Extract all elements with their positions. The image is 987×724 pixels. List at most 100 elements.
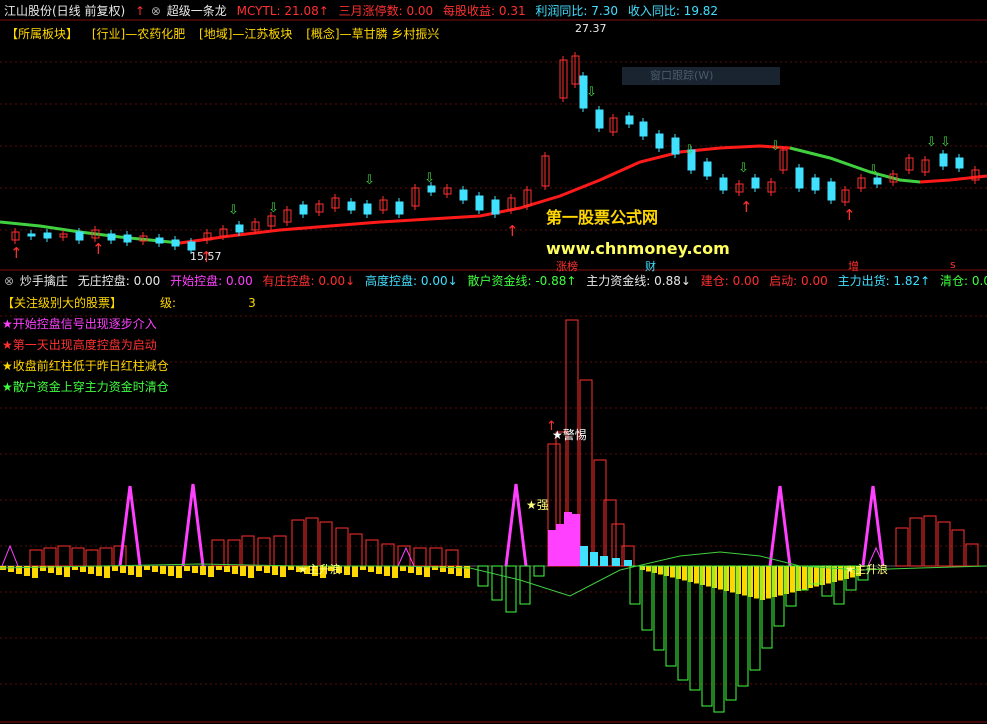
sell-arrow-icon: ⇩ bbox=[926, 135, 937, 150]
sell-arrow-icon: ⇩ bbox=[770, 139, 781, 154]
yellow-capital-bar bbox=[778, 566, 783, 596]
yellow-capital-bar bbox=[264, 566, 270, 573]
red-volume-bar bbox=[965, 543, 979, 567]
eps-value: 每股收益: 0.31 bbox=[443, 4, 526, 18]
yellow-capital-bar bbox=[694, 566, 699, 584]
yellow-capital-bar bbox=[790, 566, 795, 593]
candle-body bbox=[299, 204, 308, 215]
yellow-capital-bar bbox=[96, 566, 102, 576]
yellow-capital-bar bbox=[344, 566, 350, 575]
yellow-capital-bar bbox=[730, 566, 735, 593]
green-volume-bar bbox=[533, 565, 545, 577]
candle-body bbox=[235, 224, 244, 233]
indicator-name[interactable]: 超级一条龙 bbox=[167, 4, 227, 18]
yellow-capital-bar bbox=[646, 566, 651, 572]
close-indicator-icon[interactable]: ⊗ bbox=[151, 4, 161, 18]
candle-body bbox=[955, 157, 964, 169]
yellow-capital-bar bbox=[160, 566, 166, 574]
event-marker-increase[interactable]: 增 bbox=[848, 258, 859, 274]
green-volume-bar bbox=[629, 565, 641, 605]
yellow-capital-bar bbox=[352, 566, 358, 577]
magenta-signal-peak bbox=[504, 483, 528, 567]
cyan-control-bar bbox=[612, 558, 620, 566]
label-warning: ★警惕 bbox=[552, 428, 587, 442]
yellow-capital-bar bbox=[288, 566, 294, 570]
event-marker-limit[interactable]: 涨榜 bbox=[556, 258, 578, 274]
red-volume-bar bbox=[241, 535, 255, 567]
red-volume-bar bbox=[43, 547, 57, 567]
note-line-1: ★开始控盘信号出现逐步介入 bbox=[2, 317, 157, 331]
candle-body bbox=[171, 239, 180, 247]
yellow-capital-bar bbox=[814, 566, 819, 587]
candle-body bbox=[107, 233, 116, 241]
green-volume-bar bbox=[641, 565, 653, 631]
candle-body bbox=[27, 233, 36, 237]
green-volume-bar bbox=[689, 565, 701, 691]
yellow-capital-bar bbox=[658, 566, 663, 575]
context-hint[interactable]: 窗口跟踪(W) bbox=[622, 67, 780, 85]
yellow-capital-bar bbox=[192, 566, 198, 573]
build-value: 建仓: 0.00 bbox=[700, 274, 760, 288]
magenta-control-bar bbox=[572, 514, 580, 566]
red-volume-bar bbox=[305, 517, 319, 567]
red-volume-bar bbox=[381, 543, 395, 567]
yellow-capital-bar bbox=[136, 566, 142, 577]
start-control: 开始控盘: 0.00 bbox=[170, 274, 253, 288]
red-volume-bar bbox=[319, 521, 333, 567]
high-price-label: 27.37 bbox=[575, 22, 607, 35]
yellow-capital-bar bbox=[384, 566, 390, 576]
yellow-capital-bar bbox=[168, 566, 174, 576]
sell-arrow-icon: ⇩ bbox=[940, 135, 951, 150]
red-volume-bar bbox=[895, 527, 909, 567]
yellow-capital-bar bbox=[360, 566, 366, 570]
candle-body bbox=[75, 231, 84, 241]
red-volume-bar bbox=[291, 519, 305, 567]
red-volume-bar bbox=[445, 549, 459, 567]
red-volume-bar bbox=[365, 539, 379, 567]
magenta-signal-peak bbox=[768, 485, 792, 567]
label-main-rise-2: ★主升浪 bbox=[845, 563, 888, 576]
lower-close-icon[interactable]: ⊗ bbox=[4, 274, 14, 288]
stock-title[interactable]: 江山股份(日线 前复权) bbox=[4, 4, 125, 18]
sell-arrow-icon: ⇩ bbox=[586, 85, 597, 100]
green-volume-bar bbox=[665, 565, 677, 667]
yellow-capital-bar bbox=[120, 566, 126, 573]
red-volume-bar bbox=[99, 547, 113, 567]
main-ship: 主力出货: 1.82↑ bbox=[837, 274, 931, 288]
red-volume-bar bbox=[257, 537, 271, 567]
watermark-url: www.chnmoney.com bbox=[546, 239, 730, 258]
candle-body bbox=[395, 201, 404, 215]
yellow-capital-bar bbox=[368, 566, 374, 572]
yellow-capital-bar bbox=[104, 566, 110, 578]
magenta-control-bar bbox=[556, 524, 564, 566]
yellow-capital-bar bbox=[208, 566, 214, 577]
yellow-capital-bar bbox=[718, 566, 723, 590]
magenta-control-bar bbox=[564, 512, 572, 566]
label-strong: ★强 bbox=[526, 498, 549, 512]
cyan-control-bar bbox=[590, 552, 598, 566]
sell-arrow-icon: ⇩ bbox=[364, 173, 375, 188]
has-control: 有庄控盘: 0.00↓ bbox=[262, 274, 356, 288]
lower-indicator-name[interactable]: 炒手擒庄 bbox=[20, 274, 68, 288]
event-marker-s[interactable]: s bbox=[950, 258, 956, 271]
yellow-capital-bar bbox=[80, 566, 86, 572]
yellow-capital-bar bbox=[392, 566, 398, 578]
cyan-control-bar bbox=[600, 556, 608, 566]
red-volume-bar bbox=[937, 521, 951, 567]
revenue-yoy: 收入同比: 19.82 bbox=[627, 4, 719, 18]
clear-value: 清仓: 0.00 bbox=[940, 274, 987, 288]
green-volume-bar bbox=[677, 565, 689, 681]
red-volume-bar bbox=[349, 533, 363, 567]
magenta-small-peak bbox=[1, 544, 19, 567]
cyan-control-bar bbox=[580, 546, 588, 566]
red-volume-bar bbox=[57, 545, 71, 567]
yellow-capital-bar bbox=[766, 566, 771, 599]
yellow-capital-bar bbox=[826, 566, 831, 584]
yellow-capital-bar bbox=[184, 566, 190, 571]
candle-body bbox=[43, 232, 52, 239]
candle-body bbox=[187, 241, 196, 251]
buy-arrow-icon: ↑ bbox=[843, 206, 856, 224]
event-marker-finance[interactable]: 财 bbox=[645, 258, 656, 274]
yellow-capital-bar bbox=[64, 566, 70, 577]
profit-yoy: 利润同比: 7.30 bbox=[535, 4, 618, 18]
